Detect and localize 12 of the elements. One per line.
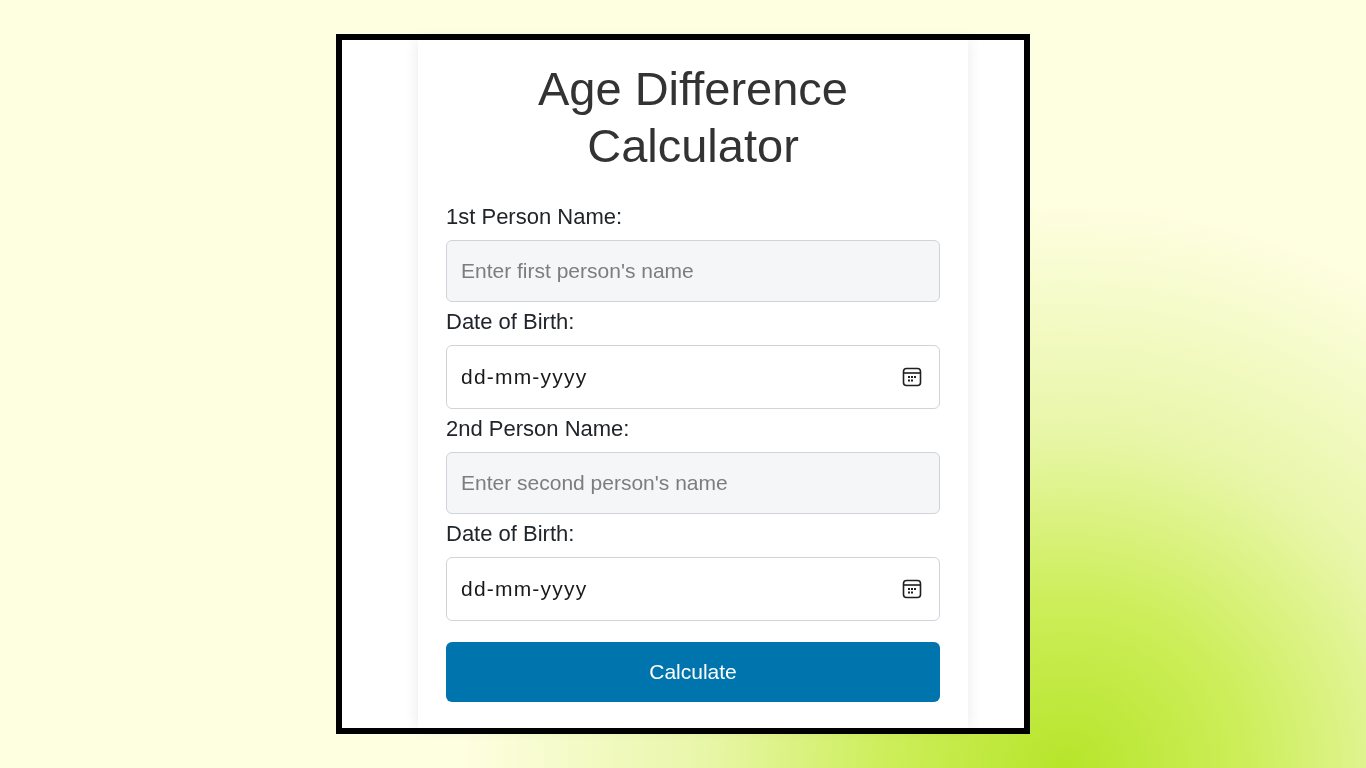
field-label: Date of Birth: [446, 520, 576, 548]
calculate-button[interactable]: Calculate [446, 642, 940, 702]
date-input[interactable]: dd-mm-yyyy [446, 557, 940, 621]
date-input[interactable]: dd-mm-yyyy [446, 345, 940, 409]
field-label: Date of Birth: [446, 308, 576, 336]
name-input[interactable]: Enter second person's name [446, 452, 940, 514]
page-title: Age Difference Calculator [536, 61, 849, 174]
calendar-icon[interactable] [902, 579, 922, 599]
name-input[interactable]: Enter first person's name [446, 240, 940, 302]
field-label: 1st Person Name: [446, 203, 624, 231]
field-label: 2nd Person Name: [446, 415, 631, 443]
calendar-icon[interactable] [902, 367, 922, 387]
